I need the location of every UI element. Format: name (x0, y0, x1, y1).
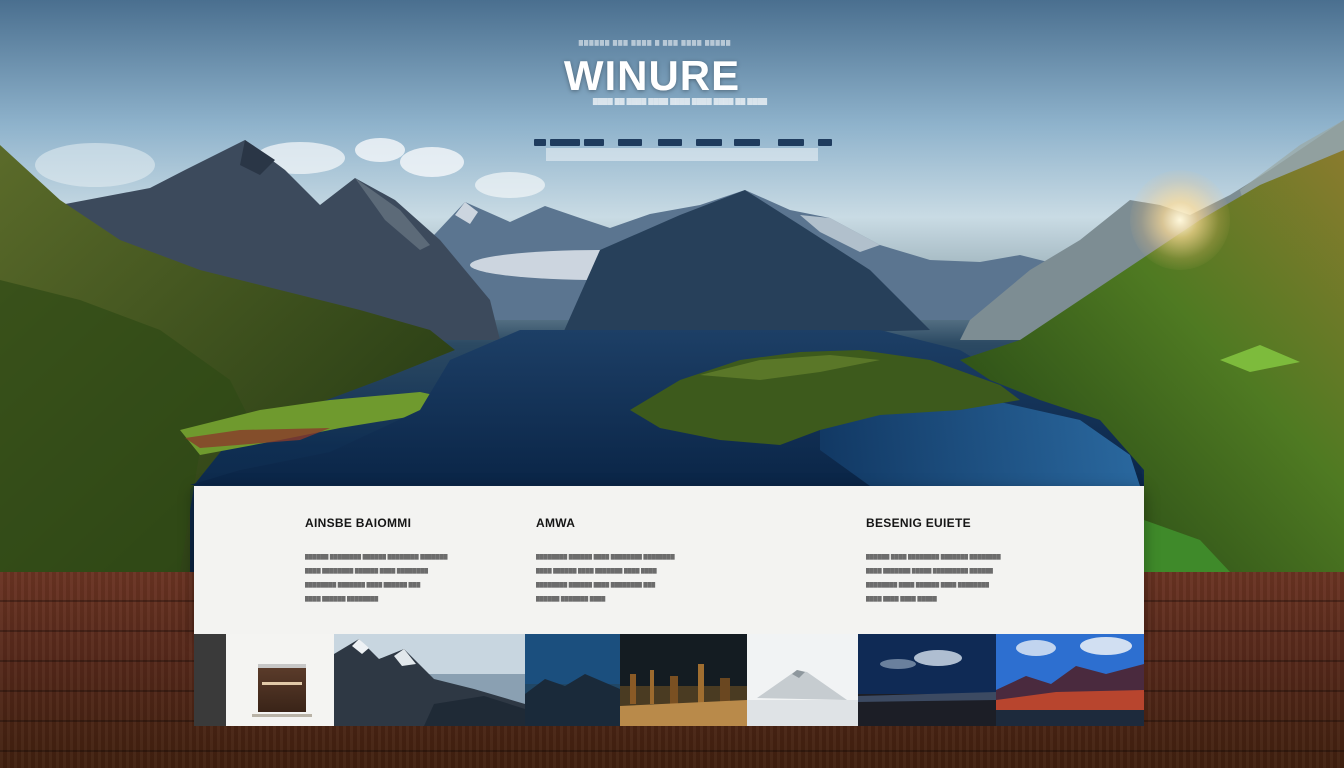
feature-text-line: ████████ ████ ██████ ████ ████████ (866, 582, 990, 588)
feature-text-line: ████ ████████ ██████ ████ ████████ (305, 568, 429, 574)
feature-heading-1[interactable]: AINSBE BAIOMMI (305, 516, 505, 530)
thumb-blue-mountains-art (525, 634, 620, 726)
feature-text-line: ████ ██████ ████ ███████ ████ ████ (536, 568, 657, 574)
book-shelf (252, 714, 312, 717)
nav-item-4[interactable] (618, 139, 642, 146)
thumb-night-plain-art (858, 634, 996, 726)
feature-text-line: ████ ████ ████ █████ (866, 596, 937, 602)
brand-title[interactable]: WINURE (540, 52, 764, 100)
nav-item-9[interactable] (818, 139, 832, 146)
thumb-sunset-mountains[interactable] (996, 634, 1144, 726)
thumbnail-gallery (194, 634, 1144, 726)
thumb-misty-peak[interactable] (747, 634, 858, 726)
thumb-night-ruins[interactable] (620, 634, 747, 726)
thumb-book[interactable] (226, 634, 334, 726)
nav-item-7[interactable] (734, 139, 760, 146)
feature-column-2: AMWA ████████ ██████ ████ ████████ █████… (536, 516, 736, 610)
feature-text-line: ████████ ██████ ████ ████████ ████████ (536, 554, 675, 560)
feature-text-line: ████████ ██████ ████ ████████ ███ (536, 582, 656, 588)
brand-tagline: ████ ██ ████ ████ ████ ████ ████ ██ ████ (592, 98, 768, 105)
nav-item-1[interactable] (534, 139, 546, 146)
brand-eyebrow-text: ██████ ███ ████ █ ███ ████ █████ (578, 40, 732, 46)
nav-search-bar[interactable] (546, 148, 818, 161)
thumb-mountain-peaks[interactable] (334, 634, 525, 726)
sun-glow (1130, 170, 1230, 270)
nav-item-3[interactable] (584, 139, 604, 146)
thumb-sunset-mountains-art (996, 634, 1144, 726)
book-icon (258, 664, 306, 712)
nav-item-6[interactable] (696, 139, 722, 146)
thumb-blue-mountains[interactable] (525, 634, 620, 726)
thumb-dark-panel[interactable] (194, 634, 226, 726)
feature-text-line: ████ ██████ ████████ (305, 596, 379, 602)
feature-heading-2[interactable]: AMWA (536, 516, 736, 530)
thumb-night-plain[interactable] (858, 634, 996, 726)
thumb-misty-peak-art (747, 634, 858, 726)
thumb-mountain-peaks-art (334, 634, 525, 726)
thumb-night-ruins-art (620, 634, 747, 726)
nav-item-2[interactable] (550, 139, 580, 146)
nav-item-8[interactable] (778, 139, 804, 146)
feature-text-line: ████ ███████ █████ █████████ ██████ (866, 568, 993, 574)
feature-column-3: BESENIG EUIETE ██████ ████ ████████ ████… (866, 516, 1066, 610)
feature-text-line: ████████ ███████ ████ ██████ ███ (305, 582, 421, 588)
feature-text-line: ██████ ████ ████████ ███████ ████████ (866, 554, 1001, 560)
feature-text-line: ██████ ████████ ██████ ████████ ███████ (305, 554, 448, 560)
feature-text-line: ██████ ███████ ████ (536, 596, 606, 602)
nav-item-5[interactable] (658, 139, 682, 146)
feature-column-1: AINSBE BAIOMMI ██████ ████████ ██████ ██… (305, 516, 505, 610)
content-card: AINSBE BAIOMMI ██████ ████████ ██████ ██… (194, 486, 1144, 634)
feature-heading-3[interactable]: BESENIG EUIETE (866, 516, 1066, 530)
main-nav (534, 139, 832, 147)
